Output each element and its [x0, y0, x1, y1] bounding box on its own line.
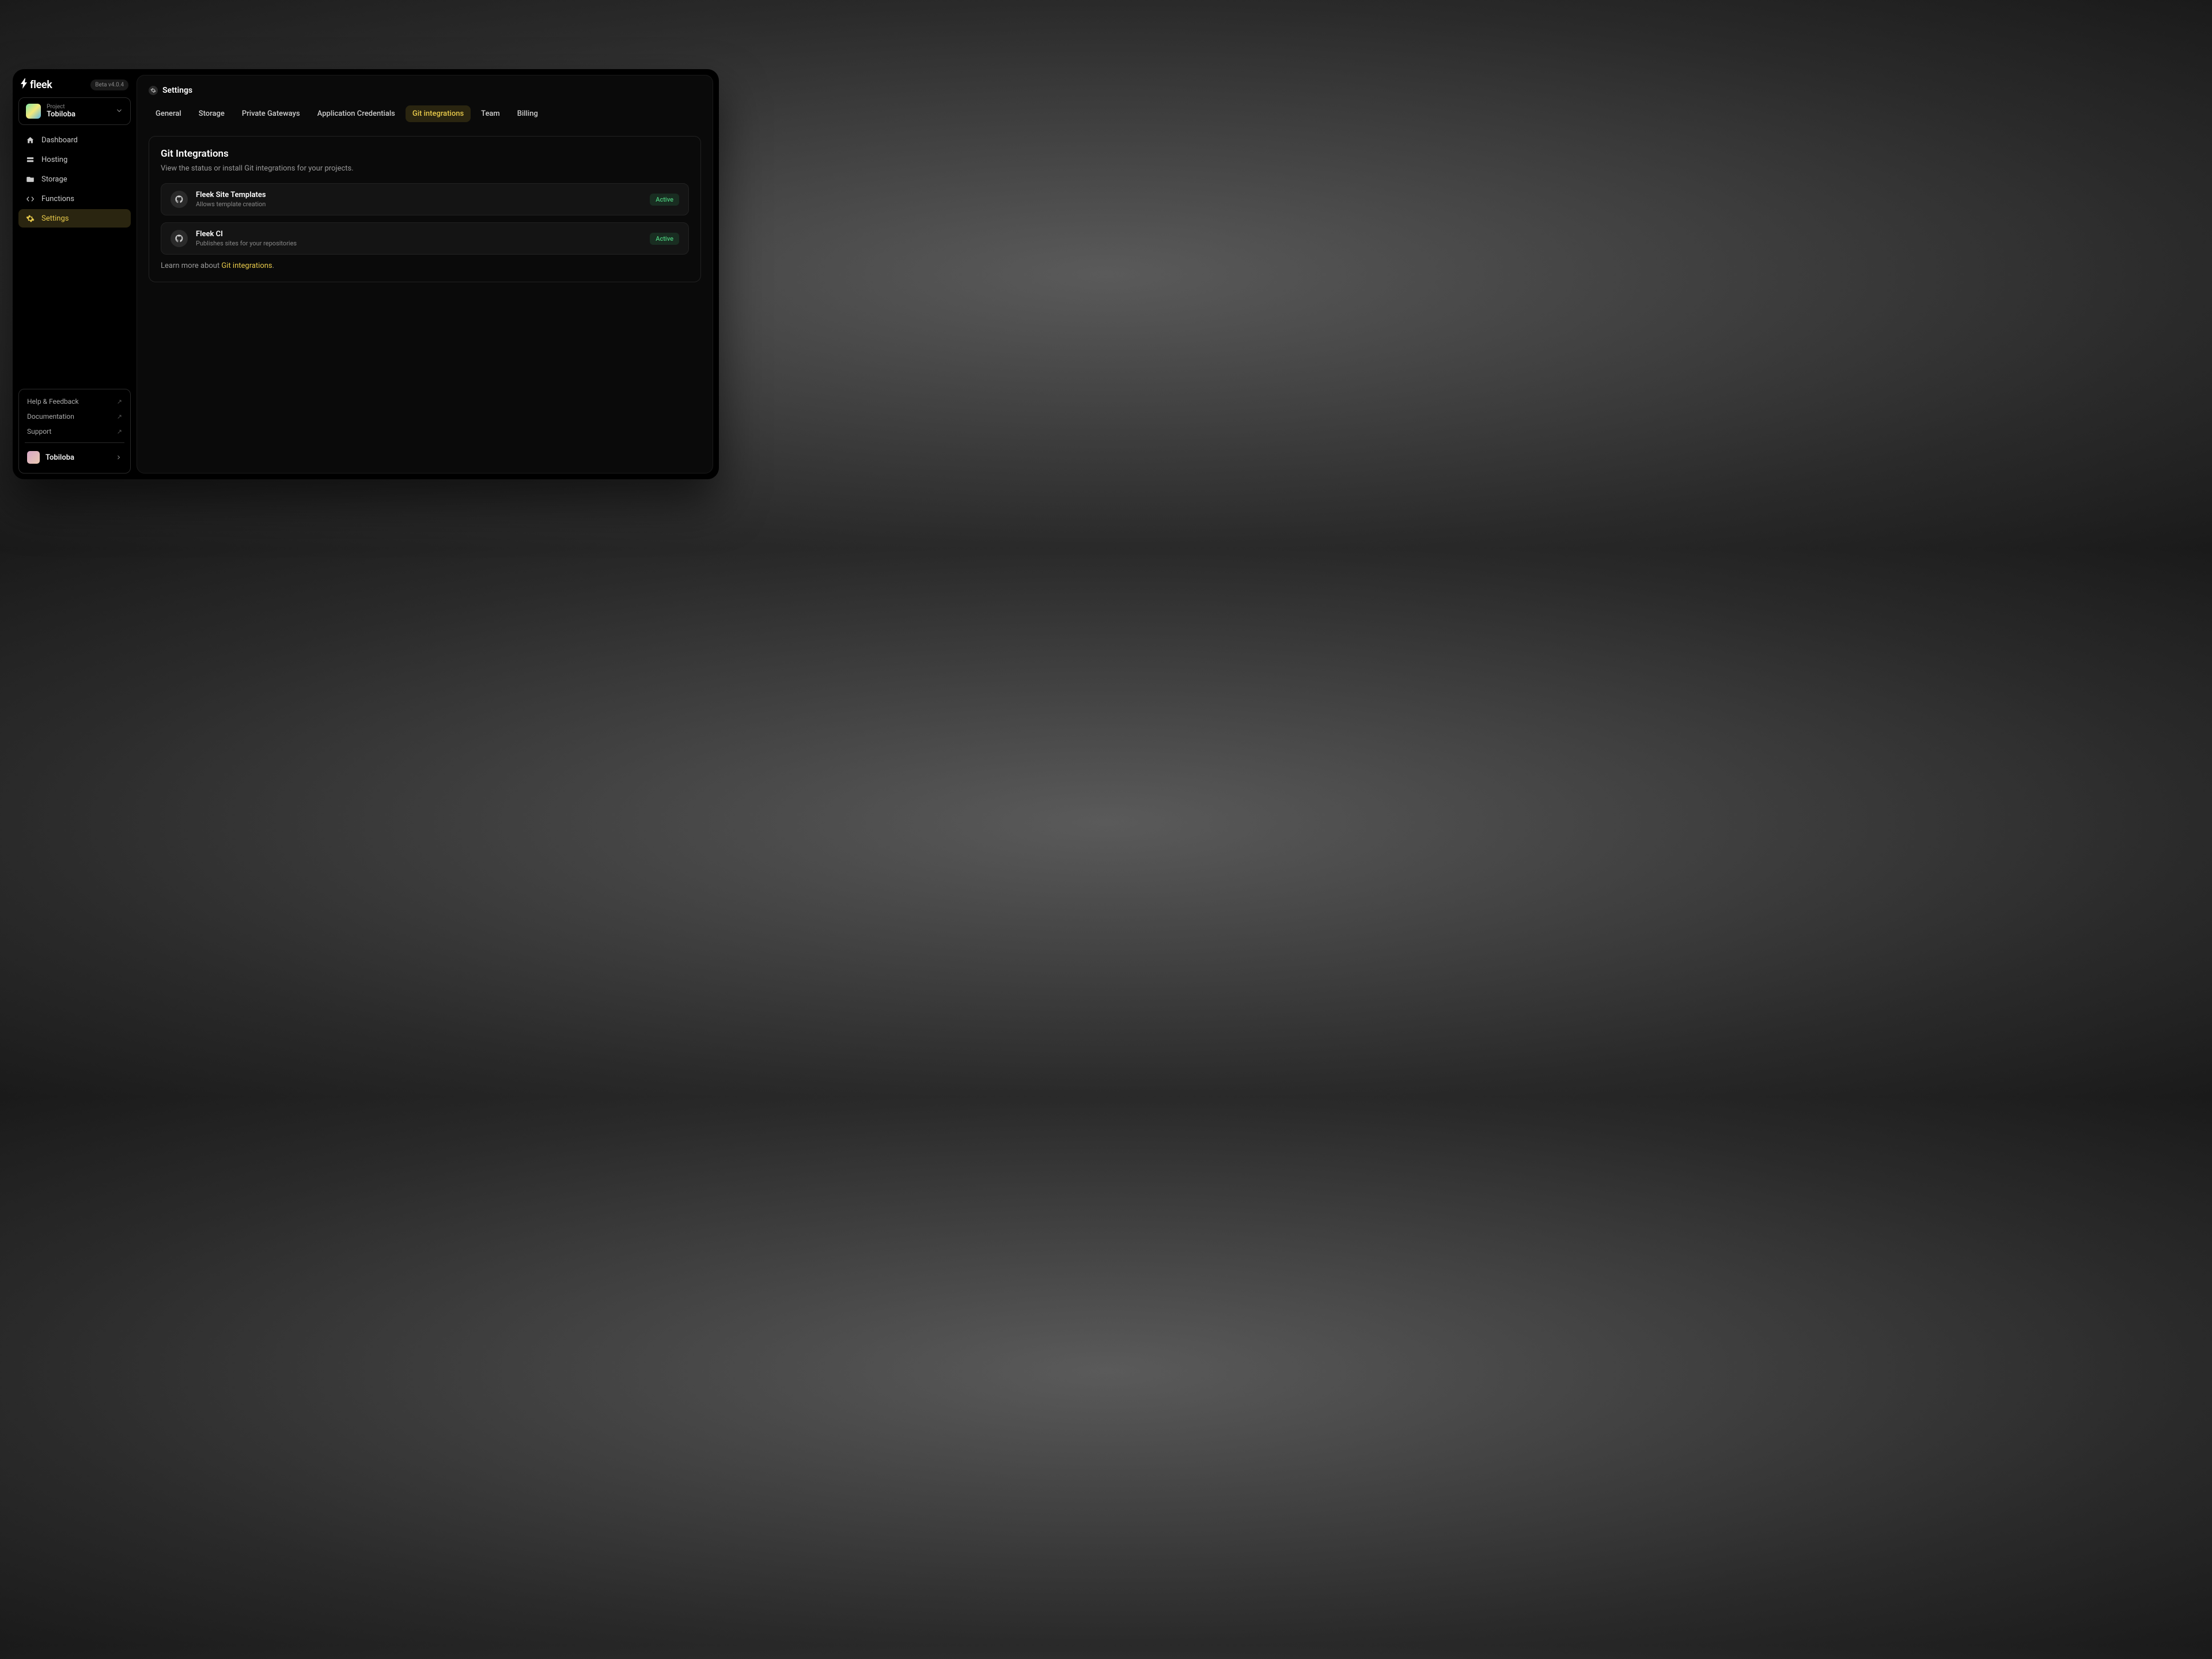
footer-link-label: Support: [27, 427, 51, 435]
github-icon: [171, 191, 188, 208]
user-menu[interactable]: Tobiloba: [19, 446, 130, 468]
project-selector[interactable]: Project Tobiloba: [18, 97, 131, 125]
tab-general[interactable]: General: [149, 105, 188, 122]
github-icon: [171, 230, 188, 247]
external-link-icon: ↗: [117, 428, 122, 435]
nav-label: Hosting: [41, 156, 67, 164]
sidebar-item-storage[interactable]: Storage: [18, 170, 131, 188]
tab-storage[interactable]: Storage: [192, 105, 232, 122]
user-avatar: [27, 451, 40, 464]
status-badge: Active: [650, 194, 679, 206]
nav-list: Dashboard Hosting Storage: [18, 131, 131, 228]
tab-credentials[interactable]: Application Credentials: [310, 105, 402, 122]
version-badge: Beta v4.0.4: [90, 79, 128, 90]
learn-more-text: Learn more about Git integrations.: [161, 262, 689, 270]
divider: [25, 442, 124, 443]
project-name: Tobiloba: [47, 110, 109, 119]
footer-link-support[interactable]: Support ↗: [19, 424, 130, 439]
learn-more-suffix: .: [272, 262, 274, 270]
sidebar-item-hosting[interactable]: Hosting: [18, 150, 131, 169]
integration-name: Fleek Site Templates: [196, 191, 642, 199]
hosting-icon: [25, 155, 35, 164]
sidebar-bottom: Help & Feedback ↗ Documentation ↗ Suppor…: [18, 389, 131, 474]
card-title: Git Integrations: [161, 148, 689, 160]
external-link-icon: ↗: [117, 398, 122, 406]
sidebar-top: fleek Beta v4.0.4 Project Tobiloba: [18, 75, 131, 389]
home-icon: [25, 135, 35, 145]
footer-link-help[interactable]: Help & Feedback ↗: [19, 394, 130, 409]
storage-icon: [25, 175, 35, 184]
status-badge: Active: [650, 233, 679, 245]
tab-team[interactable]: Team: [474, 105, 507, 122]
tabs: General Storage Private Gateways Applica…: [149, 105, 701, 122]
breadcrumb-text: Settings: [162, 86, 192, 95]
main-content: Settings General Storage Private Gateway…: [137, 75, 713, 474]
gear-icon: [149, 86, 158, 95]
integration-desc: Allows template creation: [196, 200, 642, 208]
gear-icon: [25, 214, 35, 223]
integration-info: Fleek CI Publishes sites for your reposi…: [196, 230, 642, 247]
learn-more-prefix: Learn more about: [161, 262, 221, 270]
footer-link-docs[interactable]: Documentation ↗: [19, 409, 130, 424]
tab-billing[interactable]: Billing: [510, 105, 545, 122]
integration-name: Fleek CI: [196, 230, 642, 238]
project-label: Project: [47, 104, 109, 110]
integration-row[interactable]: Fleek CI Publishes sites for your reposi…: [161, 222, 689, 255]
nav-label: Storage: [41, 175, 67, 184]
git-integrations-card: Git Integrations View the status or inst…: [149, 136, 701, 282]
nav-label: Dashboard: [41, 136, 78, 145]
functions-icon: [25, 194, 35, 203]
project-avatar: [26, 104, 41, 119]
user-name: Tobiloba: [46, 453, 109, 462]
integration-info: Fleek Site Templates Allows template cre…: [196, 191, 642, 208]
card-subtitle: View the status or install Git integrati…: [161, 164, 689, 173]
sidebar-item-dashboard[interactable]: Dashboard: [18, 131, 131, 149]
tab-git-integrations[interactable]: Git integrations: [406, 105, 471, 122]
bolt-icon: [21, 78, 28, 92]
sidebar-item-functions[interactable]: Functions: [18, 190, 131, 208]
breadcrumb: Settings: [149, 86, 701, 95]
project-info: Project Tobiloba: [47, 104, 109, 119]
tab-gateways[interactable]: Private Gateways: [235, 105, 307, 122]
integration-row[interactable]: Fleek Site Templates Allows template cre…: [161, 183, 689, 215]
learn-more-link[interactable]: Git integrations: [221, 262, 272, 270]
logo-text: fleek: [30, 79, 52, 91]
nav-label: Settings: [41, 214, 69, 223]
logo-row: fleek Beta v4.0.4: [18, 75, 131, 97]
app-window: fleek Beta v4.0.4 Project Tobiloba: [13, 69, 719, 479]
chevron-right-icon: [115, 452, 122, 463]
sidebar-item-settings[interactable]: Settings: [18, 209, 131, 228]
logo[interactable]: fleek: [21, 78, 52, 92]
nav-label: Functions: [41, 195, 74, 203]
external-link-icon: ↗: [117, 413, 122, 421]
chevron-down-icon: [115, 106, 123, 117]
footer-link-label: Documentation: [27, 412, 74, 421]
integration-desc: Publishes sites for your repositories: [196, 240, 642, 247]
sidebar: fleek Beta v4.0.4 Project Tobiloba: [18, 75, 131, 474]
footer-link-label: Help & Feedback: [27, 397, 79, 406]
